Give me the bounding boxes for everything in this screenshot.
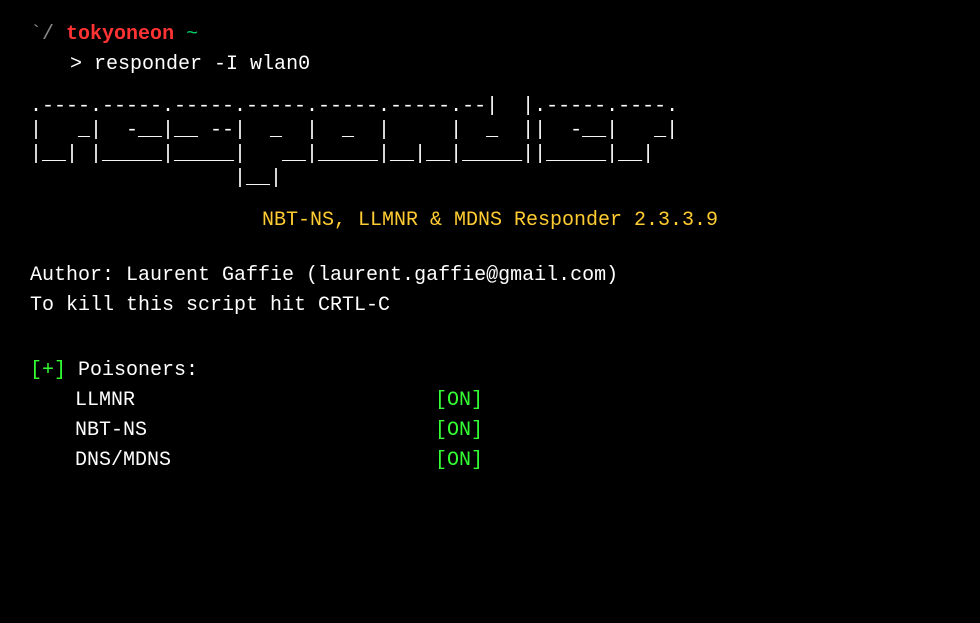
- ascii-banner: .----.-----.-----.-----.-----.-----.--| …: [30, 95, 950, 191]
- poisoner-row: DNS/MDNS [ON]: [30, 446, 950, 476]
- plus-icon: [+]: [30, 359, 66, 382]
- poisoner-name: LLMNR: [75, 386, 435, 416]
- app-title: NBT-NS, LLMNR & MDNS Responder 2.3.3.9: [30, 206, 950, 236]
- prompt-username: tokyoneon: [66, 23, 174, 46]
- kill-instruction: To kill this script hit CRTL-C: [30, 291, 950, 321]
- section-label: Poisoners:: [78, 359, 198, 382]
- prompt-slash: /: [42, 23, 54, 46]
- prompt-cursor: >: [70, 53, 82, 76]
- prompt-backtick: `: [30, 23, 42, 46]
- poisoner-status: [ON]: [435, 446, 483, 476]
- command-text: responder -I wlan0: [94, 53, 310, 76]
- poisoner-status: [ON]: [435, 416, 483, 446]
- shell-prompt: `/ tokyoneon ~: [30, 20, 950, 50]
- poisoner-name: DNS/MDNS: [75, 446, 435, 476]
- poisoner-row: LLMNR [ON]: [30, 386, 950, 416]
- prompt-tilde: ~: [186, 23, 198, 46]
- poisoner-row: NBT-NS [ON]: [30, 416, 950, 446]
- poisoner-status: [ON]: [435, 386, 483, 416]
- poisoner-name: NBT-NS: [75, 416, 435, 446]
- poisoners-header: [+] Poisoners:: [30, 356, 950, 386]
- author-line: Author: Laurent Gaffie (laurent.gaffie@g…: [30, 261, 950, 291]
- command-line[interactable]: > responder -I wlan0: [30, 50, 950, 80]
